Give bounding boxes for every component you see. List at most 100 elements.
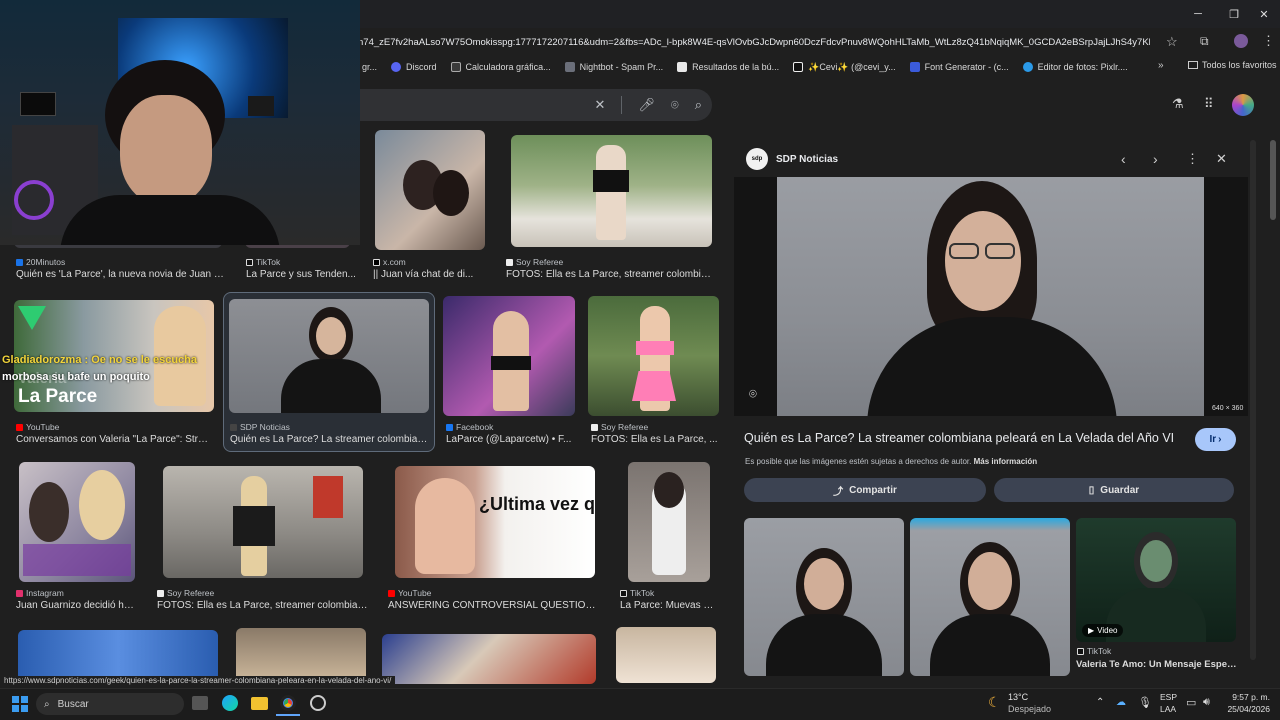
lens-search-icon[interactable]: ⌾ [749,386,757,402]
keyboard-lang[interactable]: ESP [1160,692,1177,702]
close-panel-icon[interactable]: ✕ [1216,151,1227,167]
tiktok-icon [620,589,627,597]
menu-dots-icon[interactable]: ⋮ [1262,33,1275,49]
labs-icon[interactable]: ⚗ [1172,96,1184,112]
search-icon[interactable]: ⌕ [695,97,702,113]
image-result-12[interactable] [628,462,710,582]
bookmark-star-icon[interactable]: ☆ [1166,34,1178,50]
image-result-3[interactable] [375,130,485,250]
panel-title[interactable]: Quién es La Parce? La streamer colombian… [744,431,1184,445]
bookmark-fontgen[interactable]: Font Generator - (c... [909,62,1009,72]
result-caption-11[interactable]: ANSWERING CONTROVERSIAL QUESTIONS... [388,600,600,611]
image-result-6[interactable] [229,299,429,413]
previous-image-icon[interactable]: ‹ [1121,151,1126,167]
volume-icon[interactable]: 🔊︎ [1203,696,1210,709]
soyreferee-icon [157,589,164,597]
clock-time[interactable]: 9:57 p. m. [1220,692,1270,702]
obs-icon[interactable] [310,695,326,711]
preview-image[interactable] [777,177,1204,416]
search-box[interactable]: ✕ 🎤︎ ⌾ ⌕ [350,89,712,121]
copyright-notice: Es posible que las imágenes estén sujeta… [745,457,1038,466]
tray-overflow-icon[interactable]: ⌃ [1096,697,1104,708]
result-caption-7[interactable]: LaParce (@Laparcetw) • F... [446,434,576,445]
clear-search-icon[interactable]: ✕ [594,97,605,113]
task-view-icon[interactable] [192,696,208,710]
edge-icon[interactable] [222,695,238,711]
taskbar-search[interactable]: ⌕ Buscar [36,693,184,715]
close-window-button[interactable]: ✕ [1246,0,1280,28]
weather-temp[interactable]: 13°C [1008,692,1028,702]
extensions-icon[interactable]: ⧉ [1200,34,1209,49]
bookmark-pixlr[interactable]: Editor de fotos: Pixlr.... [1022,62,1128,72]
result-source-2: TikTok [246,257,280,267]
result-source-8: Soy Referee [591,422,648,432]
active-app-indicator [276,714,300,716]
image-result-11[interactable]: ¿Ultima vez que👉👌? [395,466,595,578]
account-avatar[interactable] [1232,94,1254,116]
voice-search-icon[interactable]: 🎤︎ [638,97,655,113]
all-bookmarks[interactable]: Todos los favoritos [1188,60,1277,70]
windows-start-icon[interactable] [12,696,28,712]
result-caption-8[interactable]: FOTOS: Ella es La Parce, ... [591,434,719,445]
onedrive-icon[interactable]: ☁ [1116,697,1126,708]
image-result-4[interactable] [511,135,712,247]
chevron-right-icon: › [1218,434,1222,445]
page-icon [677,62,688,72]
apps-grid-icon[interactable]: ⠿ [1204,96,1214,112]
keyboard-layout[interactable]: LAA [1160,704,1176,714]
next-image-icon[interactable]: › [1153,151,1158,167]
display-icon[interactable]: ▭ [1186,696,1196,709]
profile-avatar[interactable] [1234,34,1248,48]
address-bar[interactable]: n74_zE7fv2haALso7W75Omokisspg:1777172207… [350,29,1190,55]
panel-scrollbar[interactable] [1250,140,1256,660]
go-to-site-button[interactable]: Ir › [1195,428,1236,451]
image-result-15[interactable] [382,634,596,684]
related-caption-3[interactable]: Valeria Te Amo: Un Mensaje Especial de..… [1076,659,1241,670]
image-result-14[interactable] [236,628,366,682]
source-favicon: sdp [746,148,768,170]
more-options-icon[interactable]: ⋮ [1186,151,1199,167]
weather-desc[interactable]: Despejado [1008,704,1051,714]
image-result-10[interactable] [163,466,363,578]
bookmark-discord[interactable]: Discord [391,62,437,72]
bookmark-calculadora[interactable]: Calculadora gráfica... [450,62,551,72]
weather-moon-icon: ☾ [988,694,1001,710]
bookmarks-overflow-icon[interactable]: » [1158,60,1164,71]
bookmark-nightbot[interactable]: Nightbot - Spam Pr... [564,62,663,72]
lens-icon[interactable]: ⌾ [671,97,679,113]
result-caption-4[interactable]: FOTOS: Ella es La Parce, streamer colomb… [506,269,716,280]
image-result-7[interactable] [443,296,575,416]
result-caption-6[interactable]: Quién es La Parce? La streamer colombian… [230,434,430,445]
panel-source-name[interactable]: SDP Noticias [776,154,838,165]
image-result-16[interactable] [616,627,716,683]
related-image-2[interactable] [910,518,1070,676]
soyreferee-icon [506,258,513,266]
more-info-link[interactable]: Más información [974,457,1038,466]
bookmark-cevi[interactable]: ✨Cevi✨ (@cevi_y... [793,62,896,73]
chrome-icon[interactable] [280,695,296,711]
result-caption-12[interactable]: La Parce: Muevas y... [620,600,715,611]
graph-icon [450,62,461,72]
related-image-1[interactable] [744,518,904,676]
bookmark-resultados[interactable]: Resultados de la bú... [677,62,779,72]
microphone-icon[interactable]: 🎙︎ [1138,696,1152,709]
page-scrollbar-thumb[interactable] [1270,140,1276,220]
url-text[interactable]: n74_zE7fv2haALso7W75Omokisspg:1777172207… [350,37,1150,48]
result-caption-1[interactable]: Quién es 'La Parce', la nueva novia de J… [16,269,224,280]
overlay-name-text: La Parce [18,386,98,407]
save-button[interactable]: ▯ Guardar [994,478,1234,502]
image-result-9[interactable] [19,462,135,582]
result-caption-9[interactable]: Juan Guarnizo decidió ha... [16,600,136,611]
clock-date[interactable]: 25/04/2026 [1220,704,1270,714]
result-caption-2[interactable]: La Parce y sus Tenden... [246,269,356,280]
chat-message-line2: morbosa su bafe un poquito [2,371,150,383]
result-caption-3[interactable]: || Juan vía chat de di... [373,269,488,280]
image-result-13[interactable] [18,630,218,682]
result-caption-5[interactable]: Conversamos con Valeria "La Parce": Stre… [16,434,212,445]
result-source-4: Soy Referee [506,257,563,267]
share-button[interactable]: ⤴ Compartir [744,478,986,502]
image-result-8[interactable] [588,296,719,416]
file-explorer-icon[interactable] [251,697,268,710]
minimize-button[interactable]: ─ [1180,0,1216,28]
result-caption-10[interactable]: FOTOS: Ella es La Parce, streamer colomb… [157,600,369,611]
